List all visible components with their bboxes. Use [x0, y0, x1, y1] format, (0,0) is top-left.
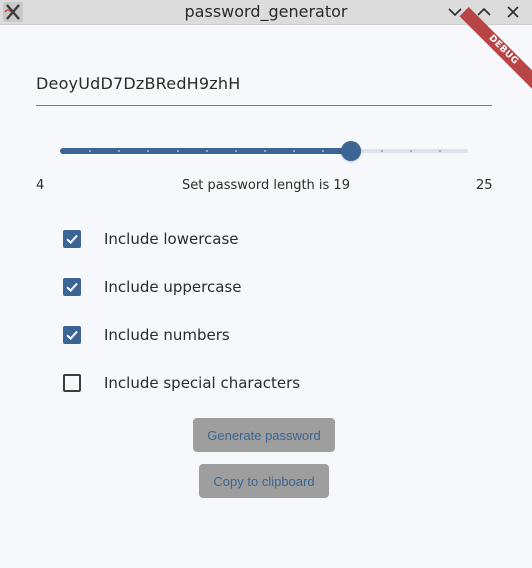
slider-tick — [264, 150, 266, 152]
checkmark-icon — [66, 282, 78, 293]
slider-tick — [381, 150, 383, 152]
password-length-slider[interactable] — [60, 140, 468, 162]
slider-tick — [322, 150, 324, 152]
slider-tick — [147, 150, 149, 152]
slider-max-label: 25 — [476, 178, 493, 193]
option-label: Include numbers — [104, 326, 230, 344]
slider-tick — [118, 150, 120, 152]
password-field[interactable]: DeoyUdD7DzBRedH9zhH — [36, 72, 492, 106]
copy-to-clipboard-button[interactable]: Copy to clipboard — [199, 464, 329, 498]
checkbox-numbers[interactable] — [63, 326, 81, 344]
slider-tick — [439, 150, 441, 152]
slider-tick — [410, 150, 412, 152]
checkbox-special-characters[interactable] — [63, 374, 81, 392]
option-label: Include special characters — [104, 374, 301, 392]
checkbox-uppercase[interactable] — [63, 278, 81, 296]
checkbox-lowercase[interactable] — [63, 230, 81, 248]
option-uppercase[interactable]: Include uppercase — [63, 277, 363, 297]
generate-password-button[interactable]: Generate password — [193, 418, 335, 452]
slider-tick — [177, 150, 179, 152]
password-value: DeoyUdD7DzBRedH9zhH — [36, 74, 241, 93]
close-button[interactable] — [502, 2, 524, 22]
slider-tick — [89, 150, 91, 152]
option-numbers[interactable]: Include numbers — [63, 325, 363, 345]
slider-tick — [235, 150, 237, 152]
chevron-up-icon — [477, 7, 491, 16]
checkmark-icon — [66, 234, 78, 245]
slider-caption: Set password length is 19 — [182, 178, 350, 193]
option-lowercase[interactable]: Include lowercase — [63, 229, 363, 249]
title-bar: password_generator — [0, 0, 532, 25]
slider-tick — [293, 150, 295, 152]
slider-thumb[interactable] — [341, 141, 361, 161]
option-special-characters[interactable]: Include special characters — [63, 373, 363, 393]
close-icon — [507, 6, 519, 18]
checkmark-icon — [66, 330, 78, 341]
app-window: password_generator DEBUG DeoyUdD7DzBRedH… — [0, 0, 532, 568]
option-label: Include uppercase — [104, 278, 242, 296]
option-label: Include lowercase — [104, 230, 239, 248]
slider-tick — [206, 150, 208, 152]
